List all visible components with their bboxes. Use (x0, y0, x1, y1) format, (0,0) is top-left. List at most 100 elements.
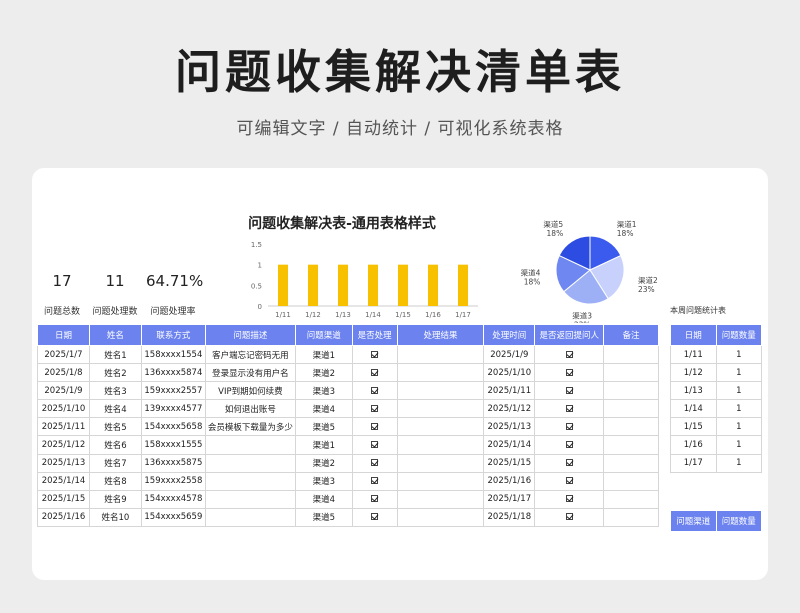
checkbox-cell[interactable] (534, 453, 605, 473)
checked-icon[interactable] (565, 477, 573, 485)
table-cell: 渠道2 (294, 453, 353, 473)
stat-handled: 11 问题处理数 (90, 272, 140, 317)
checked-icon[interactable] (371, 513, 379, 521)
checked-icon[interactable] (565, 404, 573, 412)
checked-icon[interactable] (565, 441, 573, 449)
pie-percent: 23% (638, 285, 655, 294)
table-row: 2025/1/16 姓名10 154xxxx5659 渠道5 2025/1/18 (37, 507, 659, 527)
table-cell: 158xxxx1555 (140, 435, 206, 455)
checkbox-cell[interactable] (534, 435, 605, 455)
checkbox-cell[interactable] (351, 471, 398, 491)
table-cell (396, 471, 485, 491)
table-cell: 渠道2 (294, 363, 353, 383)
table-cell: 1/16 (670, 435, 717, 455)
checked-icon[interactable] (371, 441, 379, 449)
column-header: 日期 (670, 324, 717, 346)
table-cell: 2025/1/18 (483, 507, 536, 527)
checked-icon[interactable] (371, 495, 379, 503)
table-cell (204, 489, 296, 509)
table-cell (204, 435, 296, 455)
table-row: 2025/1/11 姓名5 154xxxx5658 会员模板下载量为多少 渠道5 2025… (37, 417, 659, 437)
checked-icon[interactable] (565, 459, 573, 467)
checkbox-cell[interactable] (534, 381, 605, 401)
checked-icon[interactable] (565, 495, 573, 503)
checked-icon[interactable] (371, 386, 379, 394)
checkbox-cell[interactable] (534, 489, 605, 509)
table-cell: 2025/1/12 (483, 399, 536, 419)
checkbox-cell[interactable] (351, 417, 398, 437)
table-row: 2025/1/12 姓名6 158xxxx1555 渠道1 2025/1/14 (37, 435, 659, 455)
y-tick-label: 1 (258, 262, 262, 270)
checked-icon[interactable] (371, 459, 379, 467)
checked-icon[interactable] (565, 422, 573, 430)
table-cell (396, 453, 485, 473)
table-row: 1/14 1 (670, 399, 763, 419)
checked-icon[interactable] (371, 350, 379, 358)
table-cell: 1/15 (670, 417, 717, 437)
x-tick-label: 1/16 (425, 311, 441, 319)
checkbox-cell[interactable] (534, 399, 605, 419)
checked-icon[interactable] (565, 386, 573, 394)
table-cell (396, 344, 485, 365)
checkbox-cell[interactable] (351, 344, 398, 365)
sheet-card: 17 问题总数 11 问题处理数 64.71% 问题处理率 问题收集解决表-通用… (32, 168, 768, 580)
table-cell (603, 507, 659, 527)
checked-icon[interactable] (565, 368, 573, 376)
table-cell (396, 381, 485, 401)
checkbox-cell[interactable] (534, 471, 605, 491)
bar (398, 264, 408, 306)
table-cell (396, 507, 485, 527)
table-row: 1/17 1 (670, 453, 763, 473)
checked-icon[interactable] (565, 513, 573, 521)
table-cell (603, 471, 659, 491)
column-header: 处理结果 (396, 324, 485, 346)
channel-stats-table: 问题渠道 问题数量 (670, 510, 762, 532)
checked-icon[interactable] (371, 422, 379, 430)
table-cell: 2025/1/9 (37, 381, 90, 401)
table-cell: 渠道5 (294, 417, 353, 437)
x-tick-label: 1/15 (395, 311, 411, 319)
checkbox-cell[interactable] (534, 344, 605, 365)
column-header: 处理时间 (483, 324, 536, 346)
table-cell: 1 (715, 417, 763, 437)
checked-icon[interactable] (371, 368, 379, 376)
table-cell: 154xxxx4578 (140, 489, 206, 509)
column-header: 问题描述 (204, 324, 296, 346)
table-cell: 1 (715, 435, 763, 455)
column-header: 备注 (603, 324, 659, 346)
table-cell: 1/12 (670, 363, 717, 383)
table-row: 1/11 1 (670, 344, 763, 365)
table-cell: VIP到期如何续费 (204, 381, 296, 401)
table-cell (603, 399, 659, 419)
table-cell: 姓名3 (88, 381, 142, 401)
checked-icon[interactable] (371, 477, 379, 485)
table-cell: 1/17 (670, 453, 717, 473)
table-cell: 会员模板下载量为多少 (204, 417, 296, 437)
table-cell (396, 417, 485, 437)
column-header: 问题数量 (715, 324, 763, 346)
checkbox-cell[interactable] (351, 507, 398, 527)
checked-icon[interactable] (565, 350, 573, 358)
checkbox-cell[interactable] (351, 489, 398, 509)
table-cell: 2025/1/12 (37, 435, 90, 455)
checkbox-cell[interactable] (534, 507, 605, 527)
checkbox-cell[interactable] (351, 363, 398, 383)
checkbox-cell[interactable] (534, 363, 605, 383)
table-cell (204, 507, 296, 527)
table-cell: 1 (715, 381, 763, 401)
column-header: 是否返回提问人 (534, 324, 605, 346)
checkbox-cell[interactable] (351, 435, 398, 455)
checkbox-cell[interactable] (351, 453, 398, 473)
checkbox-cell[interactable] (534, 417, 605, 437)
y-tick-label: 0 (258, 303, 262, 311)
checkbox-cell[interactable] (351, 399, 398, 419)
table-cell (603, 363, 659, 383)
checkbox-cell[interactable] (351, 381, 398, 401)
table-cell: 渠道3 (294, 381, 353, 401)
table-cell: 154xxxx5659 (140, 507, 206, 527)
table-cell: 姓名5 (88, 417, 142, 437)
checked-icon[interactable] (371, 404, 379, 412)
pie-percent: 18% (547, 229, 564, 238)
table-cell: 2025/1/13 (483, 417, 536, 437)
table-row: 2025/1/8 姓名2 136xxxx5874 登录显示没有用户名 渠道2 2025/1… (37, 363, 659, 383)
